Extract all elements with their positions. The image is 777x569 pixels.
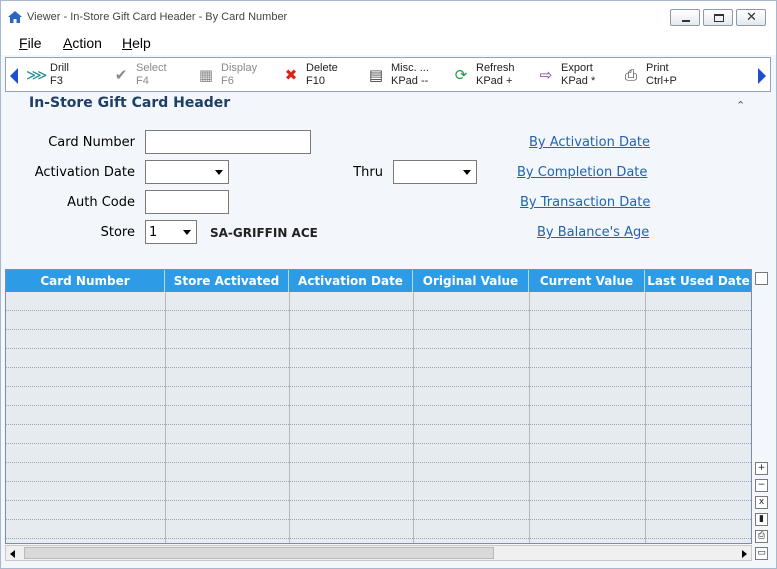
column-header-activation-date[interactable]: Activation Date (289, 270, 413, 292)
close-icon: ✕ (746, 10, 757, 25)
scroll-right-icon[interactable] (742, 550, 747, 558)
table-row[interactable] (6, 520, 751, 539)
column-header-original-value[interactable]: Original Value (413, 270, 529, 292)
thru-label: Thru (353, 165, 383, 180)
by-completion-date-link[interactable]: By Completion Date (517, 165, 647, 180)
table-row[interactable] (6, 406, 751, 425)
grid-header: Card Number Store Activated Activation D… (6, 270, 751, 292)
export-button[interactable]: ⇨ Export KPad * (537, 60, 612, 90)
select-button[interactable]: ✔ Select F4 (112, 60, 182, 90)
store-dropdown[interactable]: 1 (145, 220, 197, 244)
minimize-button[interactable] (670, 9, 700, 26)
by-balances-age-link[interactable]: By Balance's Age (537, 225, 649, 240)
viewer-window: Viewer - In-Store Gift Card Header - By … (0, 0, 777, 569)
auth-code-input[interactable] (145, 190, 229, 214)
export-icon: ⇨ (539, 66, 553, 84)
menu-bar: File Action Help (1, 33, 776, 55)
column-divider (289, 292, 290, 543)
menu-file[interactable]: File (19, 35, 42, 51)
scroll-left-icon[interactable] (10, 550, 15, 558)
maximize-icon (714, 14, 724, 22)
table-row[interactable] (6, 330, 751, 349)
grid-print-icon[interactable]: ⎙ (755, 530, 768, 543)
window-title: Viewer - In-Store Gift Card Header - By … (27, 11, 288, 23)
table-row[interactable] (6, 425, 751, 444)
table-row[interactable] (6, 463, 751, 482)
column-header-last-used-date[interactable]: Last Used Date (645, 270, 751, 292)
grid-remove-icon[interactable]: − (755, 479, 768, 492)
column-divider (645, 292, 646, 543)
maximize-button[interactable] (703, 9, 733, 26)
drill-button[interactable]: ⋙ Drill F3 (26, 60, 96, 90)
toolbar: ⋙ Drill F3 ✔ Select F4 ▦ Display F6 ✖ De… (5, 57, 771, 92)
card-number-label: Card Number (48, 135, 135, 150)
refresh-button[interactable]: ⟳ Refresh KPad + (452, 60, 527, 90)
thru-date-dropdown[interactable] (393, 160, 477, 184)
grid-add-icon[interactable]: + (755, 462, 768, 475)
refresh-icon: ⟳ (454, 66, 468, 84)
misc-button[interactable]: ▤ Misc. ... KPad -- (367, 60, 442, 90)
title-bar: Viewer - In-Store Gift Card Header - By … (1, 1, 776, 33)
grid-excel-icon[interactable]: x (755, 496, 768, 509)
by-transaction-date-link[interactable]: By Transaction Date (520, 195, 650, 210)
toolbar-scroll-right-icon[interactable] (758, 68, 766, 84)
store-label: Store (100, 225, 135, 240)
grid-chart-icon[interactable]: ▮ (755, 513, 768, 526)
column-header-card-number[interactable]: Card Number (6, 270, 165, 292)
chevron-down-icon[interactable] (210, 161, 228, 183)
grid-folder-icon[interactable]: ▭ (755, 547, 768, 560)
home-icon (8, 11, 22, 23)
card-number-input[interactable] (145, 130, 311, 154)
checkmark-icon: ✔ (114, 66, 128, 84)
close-button[interactable]: ✕ (736, 9, 766, 26)
menu-action[interactable]: Action (63, 35, 102, 51)
table-row[interactable] (6, 311, 751, 330)
printer-icon: ⎙ (624, 66, 637, 84)
store-name: SA-GRIFFIN ACE (210, 226, 318, 240)
collapse-chevron-icon[interactable]: ⌃ (736, 99, 745, 112)
menu-help[interactable]: Help (122, 35, 151, 51)
toolbar-scroll-left-icon[interactable] (10, 68, 18, 84)
table-row[interactable] (6, 349, 751, 368)
activation-date-dropdown[interactable] (145, 160, 229, 184)
column-divider (165, 292, 166, 543)
scrollbar-thumb[interactable] (24, 547, 494, 559)
grid-options-icon[interactable] (755, 272, 768, 285)
table-row[interactable] (6, 368, 751, 387)
table-row[interactable] (6, 501, 751, 520)
display-icon: ▦ (198, 66, 214, 84)
column-header-store-activated[interactable]: Store Activated (165, 270, 289, 292)
drill-icon: ⋙ (26, 66, 48, 84)
table-row[interactable] (6, 444, 751, 463)
column-divider (529, 292, 530, 543)
column-divider (413, 292, 414, 543)
chevron-down-icon[interactable] (458, 161, 476, 183)
display-button[interactable]: ▦ Display F6 (197, 60, 267, 90)
auth-code-label: Auth Code (67, 195, 135, 210)
gift-card-grid[interactable]: Card Number Store Activated Activation D… (5, 269, 752, 544)
column-header-current-value[interactable]: Current Value (529, 270, 645, 292)
delete-x-icon: ✖ (284, 66, 298, 84)
table-row[interactable] (6, 387, 751, 406)
minimize-icon (682, 20, 690, 22)
print-button[interactable]: ⎙ Print Ctrl+P (622, 60, 697, 90)
delete-button[interactable]: ✖ Delete F10 (282, 60, 352, 90)
section-title: In-Store Gift Card Header (29, 95, 231, 111)
table-row[interactable] (6, 482, 751, 501)
by-activation-date-link[interactable]: By Activation Date (529, 135, 650, 150)
table-row[interactable] (6, 292, 751, 311)
horizontal-scrollbar[interactable] (5, 545, 752, 561)
chevron-down-icon[interactable] (178, 221, 196, 243)
activation-date-label: Activation Date (34, 165, 135, 180)
misc-document-icon: ▤ (368, 66, 384, 84)
